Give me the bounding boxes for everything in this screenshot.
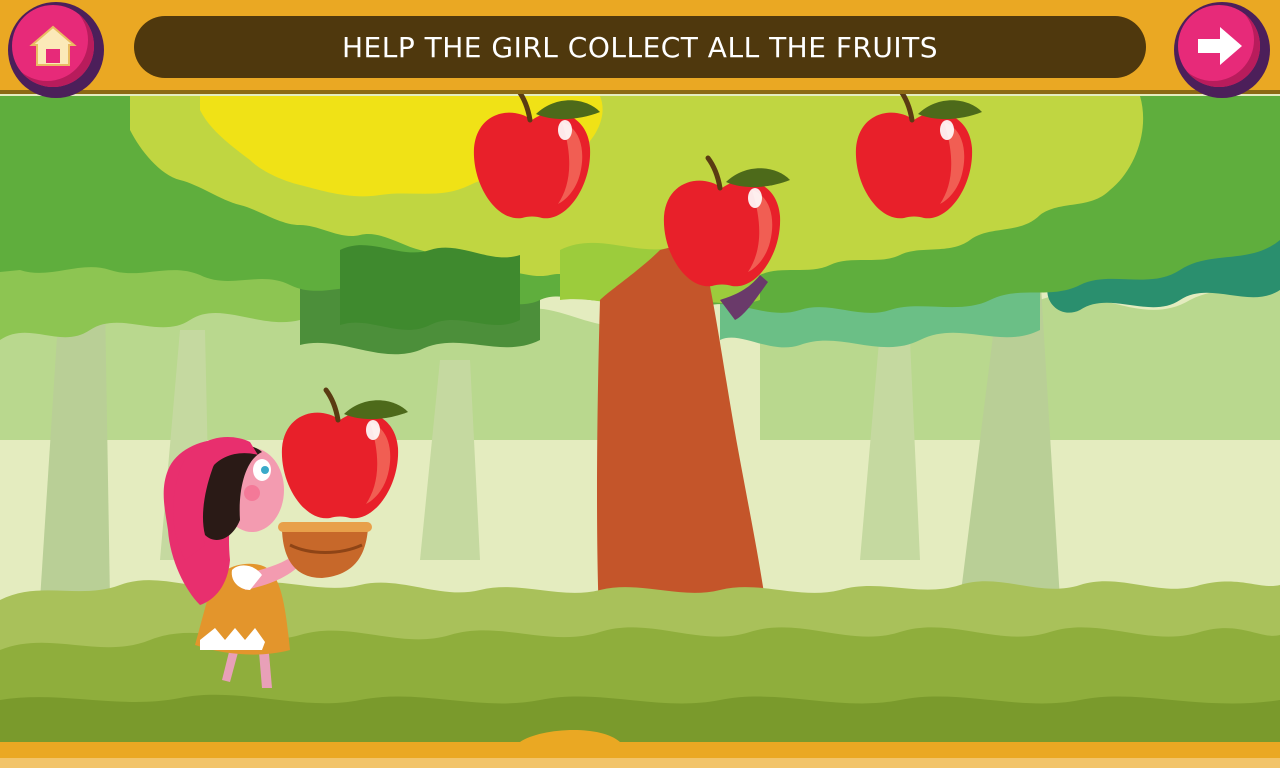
ground-bushes xyxy=(0,580,1280,768)
next-button-face xyxy=(1178,5,1260,87)
home-icon xyxy=(29,25,77,66)
header-bar: HELP THE GIRL COLLECT ALL THE FRUITS xyxy=(0,0,1280,94)
instruction-text: HELP THE GIRL COLLECT ALL THE FRUITS xyxy=(341,30,939,64)
forest-scene xyxy=(0,0,1280,768)
next-button[interactable] xyxy=(1174,2,1270,98)
right-arrow-icon xyxy=(1198,27,1242,65)
instruction-banner: HELP THE GIRL COLLECT ALL THE FRUITS xyxy=(134,16,1146,78)
home-button[interactable] xyxy=(8,2,104,98)
home-button-face xyxy=(12,5,94,87)
